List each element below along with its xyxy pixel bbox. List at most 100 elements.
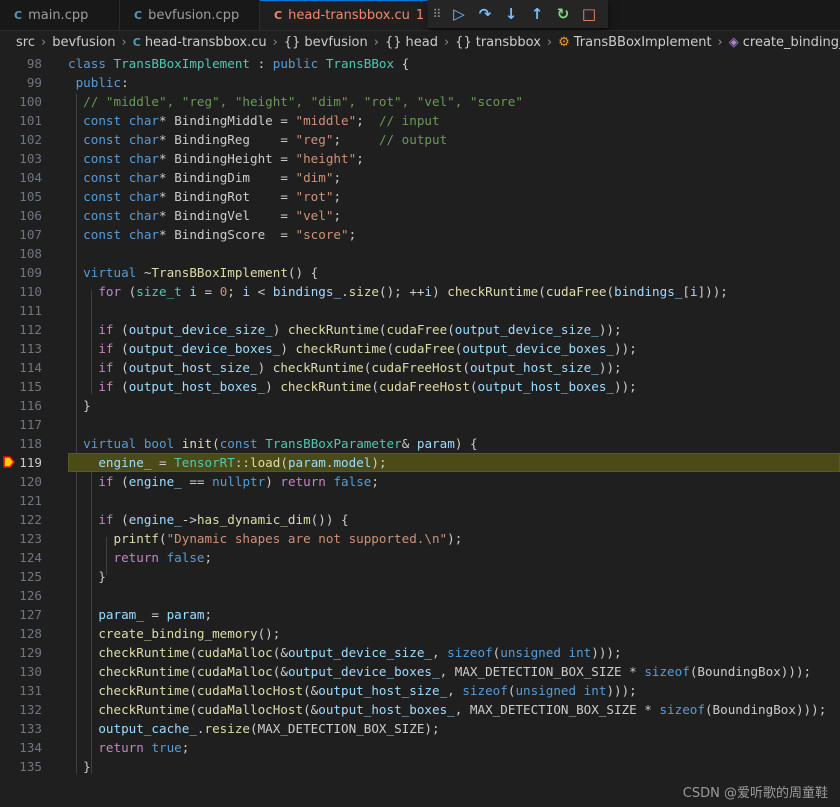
watermark: CSDN @爱听歌的周童鞋 — [682, 786, 828, 801]
code-line[interactable]: 121 — [0, 491, 840, 510]
code-text: return false; — [113, 550, 213, 565]
code-line[interactable]: 116 } — [0, 396, 840, 415]
editor-tab-bar: C main.cpp C bevfusion.cpp C head-transb… — [0, 0, 840, 31]
line-number: 111 — [19, 303, 42, 318]
line-number: 132 — [19, 702, 42, 717]
line-number: 131 — [19, 683, 42, 698]
chevron-right-icon: › — [717, 34, 723, 50]
code-line[interactable]: 120 if (engine_ == nullptr) return false… — [0, 472, 840, 491]
code-text: if (engine_->has_dynamic_dim()) { — [98, 512, 349, 527]
code-line[interactable]: 113 if (output_device_boxes_) checkRunti… — [0, 339, 840, 358]
code-line[interactable]: 99 public: — [0, 73, 840, 92]
tab-head-transbbox-cu[interactable]: C head-transbbox.cu 1 — [260, 0, 428, 30]
code-line[interactable]: 124 return false; — [0, 548, 840, 567]
step-over-button[interactable]: ↷ — [472, 5, 498, 23]
class-icon: ⚙ — [558, 34, 570, 50]
code-text: const char* BindingScore = "score"; — [83, 227, 357, 242]
code-line[interactable]: 117 — [0, 415, 840, 434]
code-line[interactable]: 122 if (engine_->has_dynamic_dim()) { — [0, 510, 840, 529]
code-text: public: — [75, 75, 129, 90]
code-text: const char* BindingHeight = "height"; — [83, 151, 364, 166]
cpp-file-icon: C — [14, 8, 23, 22]
problems-count-badge: 1 — [415, 8, 425, 23]
breadcrumb-item[interactable]: create_binding_memory() — [743, 35, 840, 50]
code-line[interactable]: 109 virtual ~TransBBoxImplement() { — [0, 263, 840, 282]
debug-toolbar: ⠿ ▷ ↷ ↓ ↑ ↻ □ — [428, 0, 608, 28]
method-icon: ◈ — [728, 34, 739, 50]
code-line[interactable]: 134 return true; — [0, 738, 840, 757]
line-number: 108 — [19, 246, 42, 261]
line-number: 110 — [19, 284, 42, 299]
breadcrumb-item[interactable]: head-transbbox.cu — [145, 35, 267, 50]
chevron-right-icon: › — [373, 34, 379, 50]
breadcrumb-item[interactable]: transbbox — [476, 35, 541, 50]
line-number: 105 — [19, 189, 42, 204]
restart-button[interactable]: ↻ — [550, 5, 576, 23]
code-line[interactable]: 119 engine_ = TensorRT::load(param.model… — [0, 453, 840, 472]
code-line[interactable]: 132 checkRuntime(cudaMallocHost(&output_… — [0, 700, 840, 719]
code-text: const char* BindingRot = "rot"; — [83, 189, 342, 204]
code-line[interactable]: 102 const char* BindingReg = "reg"; // o… — [0, 130, 840, 149]
line-number: 123 — [19, 531, 42, 546]
code-line[interactable]: 104 const char* BindingDim = "dim"; — [0, 168, 840, 187]
code-line[interactable]: 126 — [0, 586, 840, 605]
code-line[interactable]: 125 } — [0, 567, 840, 586]
line-number: 130 — [19, 664, 42, 679]
tab-label: main.cpp — [28, 7, 89, 23]
line-number: 100 — [19, 94, 42, 109]
line-number: 134 — [19, 740, 42, 755]
code-text: if (output_host_boxes_) checkRuntime(cud… — [98, 379, 637, 394]
line-number: 102 — [19, 132, 42, 147]
tab-label: head-transbbox.cu — [288, 8, 410, 23]
code-line[interactable]: 131 checkRuntime(cudaMallocHost(&output_… — [0, 681, 840, 700]
tab-main-cpp[interactable]: C main.cpp — [0, 0, 120, 30]
line-number: 104 — [19, 170, 42, 185]
namespace-icon: {} — [455, 34, 472, 50]
code-line[interactable]: 128 create_binding_memory(); — [0, 624, 840, 643]
line-number: 119 — [19, 455, 42, 470]
code-text: // "middle", "reg", "height", "dim", "ro… — [83, 94, 523, 109]
code-line[interactable]: 110 for (size_t i = 0; i < bindings_.siz… — [0, 282, 840, 301]
line-number: 122 — [19, 512, 42, 527]
line-number: 99 — [26, 75, 42, 90]
code-line[interactable]: 105 const char* BindingRot = "rot"; — [0, 187, 840, 206]
code-line[interactable]: 130 checkRuntime(cudaMalloc(&output_devi… — [0, 662, 840, 681]
line-number: 126 — [19, 588, 42, 603]
code-line[interactable]: 103 const char* BindingHeight = "height"… — [0, 149, 840, 168]
code-line[interactable]: 115 if (output_host_boxes_) checkRuntime… — [0, 377, 840, 396]
breadcrumb-item[interactable]: head — [406, 35, 438, 50]
drag-grip-icon[interactable]: ⠿ — [428, 7, 446, 21]
code-line[interactable]: 133 output_cache_.resize(MAX_DETECTION_B… — [0, 719, 840, 738]
stop-button[interactable]: □ — [576, 5, 602, 23]
tab-label: bevfusion.cpp — [148, 7, 240, 23]
step-out-button[interactable]: ↑ — [524, 5, 550, 23]
code-line[interactable]: 112 if (output_device_size_) checkRuntim… — [0, 320, 840, 339]
code-line[interactable]: 135 } — [0, 757, 840, 776]
code-line[interactable]: 106 const char* BindingVel = "vel"; — [0, 206, 840, 225]
code-text: const char* BindingVel = "vel"; — [83, 208, 342, 223]
line-number: 129 — [19, 645, 42, 660]
code-line[interactable]: 114 if (output_host_size_) checkRuntime(… — [0, 358, 840, 377]
code-line[interactable]: 127 param_ = param; — [0, 605, 840, 624]
code-text: checkRuntime(cudaMallocHost(&output_host… — [98, 683, 637, 698]
breadcrumb-item[interactable]: bevfusion — [304, 35, 367, 50]
tab-bevfusion-cpp[interactable]: C bevfusion.cpp — [120, 0, 260, 30]
code-line[interactable]: 129 checkRuntime(cudaMalloc(&output_devi… — [0, 643, 840, 662]
breadcrumb-item[interactable]: bevfusion — [52, 35, 115, 50]
code-line[interactable]: 100 // "middle", "reg", "height", "dim",… — [0, 92, 840, 111]
code-line[interactable]: 111 — [0, 301, 840, 320]
code-editor[interactable]: 98 class TransBBoxImplement : public Tran… — [0, 54, 840, 780]
code-line[interactable]: 107 const char* BindingScore = "score"; — [0, 225, 840, 244]
code-line[interactable]: 108 — [0, 244, 840, 263]
code-line[interactable]: 118 virtual bool init(const TransBBoxPar… — [0, 434, 840, 453]
continue-button[interactable]: ▷ — [446, 5, 472, 23]
code-line[interactable]: 101 const char* BindingMiddle = "middle"… — [0, 111, 840, 130]
code-line[interactable]: 123 printf("Dynamic shapes are not suppo… — [0, 529, 840, 548]
step-into-button[interactable]: ↓ — [498, 5, 524, 23]
code-text: engine_ = TensorRT::load(param.model); — [98, 455, 387, 470]
code-line[interactable]: 98 class TransBBoxImplement : public Tran… — [0, 54, 840, 73]
breadcrumb-item[interactable]: TransBBoxImplement — [574, 35, 712, 50]
code-text: checkRuntime(cudaMalloc(&output_device_s… — [98, 645, 622, 660]
line-number: 135 — [19, 759, 42, 774]
breadcrumb-item[interactable]: src — [16, 35, 35, 50]
